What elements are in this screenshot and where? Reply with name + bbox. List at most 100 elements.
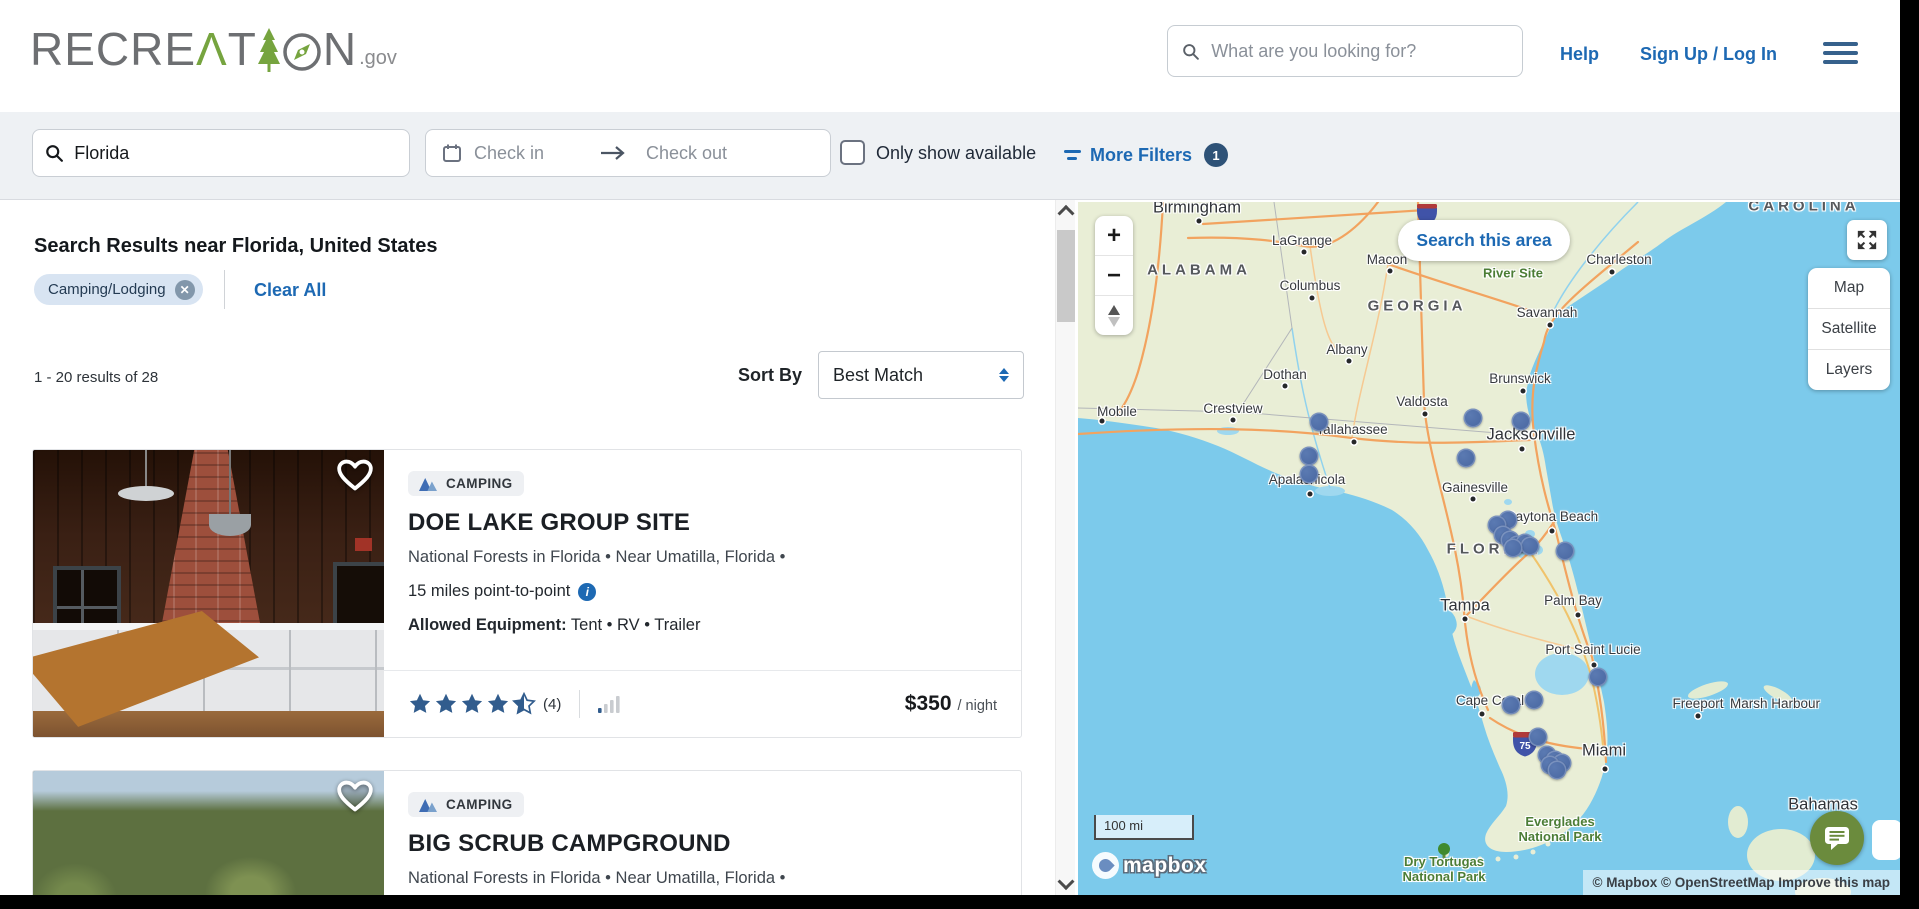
price-unit: / night	[958, 698, 998, 714]
map-result-marker[interactable]	[1457, 449, 1476, 468]
city-dot	[1520, 447, 1525, 452]
map-style-layers[interactable]: Layers	[1808, 349, 1890, 390]
logo-letter-n: N	[323, 26, 357, 72]
arrow-right-icon	[600, 145, 626, 161]
city-dot	[1283, 384, 1288, 389]
city-dot	[1603, 767, 1608, 772]
city-dot	[1197, 219, 1202, 224]
map-result-marker[interactable]	[1589, 668, 1608, 687]
card-title[interactable]: DOE LAKE GROUP SITE	[408, 509, 997, 537]
map-result-marker[interactable]	[1529, 728, 1548, 747]
result-card-big-scrub[interactable]: CAMPING BIG SCRUB CAMPGROUND National Fo…	[32, 770, 1022, 909]
sort-select[interactable]: Best Match	[818, 351, 1024, 399]
city-dot	[1548, 323, 1553, 328]
logo-letter-a: Λ	[196, 26, 228, 72]
site-logo[interactable]: RECRE Λ T N .gov	[30, 26, 397, 72]
tent-icon	[419, 477, 438, 491]
star-icon	[460, 692, 484, 716]
map-result-marker[interactable]	[1300, 447, 1319, 466]
mapbox-logo[interactable]: mapbox	[1092, 852, 1207, 879]
scroll-down-arrow[interactable]	[1056, 873, 1076, 893]
tilt-control[interactable]	[1095, 295, 1133, 335]
more-filters-button[interactable]: More Filters 1	[1064, 143, 1228, 167]
map-attribution[interactable]: © Mapbox © OpenStreetMap Improve this ma…	[1583, 870, 1900, 895]
camping-badge: CAMPING	[408, 471, 524, 496]
results-scrollbar[interactable]	[1055, 200, 1075, 895]
map-panel[interactable]: 75 BirminghamALABAMALaGrangeColumbusMaco…	[1078, 202, 1900, 895]
search-filter-bar: Check in Check out Only show available M…	[0, 112, 1919, 200]
star-icon	[434, 692, 458, 716]
hamburger-menu-icon[interactable]	[1823, 42, 1858, 64]
map-result-marker[interactable]	[1556, 542, 1575, 561]
help-link[interactable]: Help	[1560, 44, 1599, 65]
city-dot	[1480, 712, 1485, 717]
filter-chip-label: Camping/Lodging	[48, 281, 166, 298]
map-result-marker[interactable]	[1525, 691, 1544, 710]
only-available-checkbox[interactable]	[840, 140, 865, 165]
city-dot	[1576, 613, 1581, 618]
map-result-marker[interactable]	[1464, 409, 1483, 428]
results-count: 1 - 20 results of 28	[34, 369, 158, 386]
map-style-satellite[interactable]: Satellite	[1808, 308, 1890, 349]
badge-label: CAMPING	[446, 476, 513, 491]
price: $350 / night	[905, 692, 997, 716]
more-filters-label: More Filters	[1090, 145, 1192, 166]
star-icon	[512, 692, 536, 716]
remove-chip-icon[interactable]: ✕	[175, 280, 195, 300]
map-scale: 100 mi	[1094, 815, 1194, 840]
favorite-heart-icon[interactable]	[336, 458, 374, 492]
map-result-marker[interactable]	[1521, 537, 1540, 556]
city-dot	[1463, 617, 1468, 622]
city-dot	[1471, 497, 1476, 502]
result-card-doe-lake[interactable]: CAMPING DOE LAKE GROUP SITE National For…	[32, 449, 1022, 738]
card-subtitle: National Forests in Florida • Near Umati…	[408, 548, 997, 567]
map-result-marker[interactable]	[1310, 413, 1329, 432]
sort-select-value: Best Match	[833, 365, 999, 386]
check-in-field[interactable]: Check in	[474, 143, 594, 164]
window-edge	[1900, 0, 1919, 909]
scroll-up-arrow[interactable]	[1056, 202, 1076, 222]
check-out-field[interactable]: Check out	[646, 143, 727, 164]
signup-login-link[interactable]: Sign Up / Log In	[1640, 44, 1777, 65]
logo-text: RECRE	[30, 26, 196, 72]
map-result-marker[interactable]	[1300, 465, 1319, 484]
tent-icon	[419, 798, 438, 812]
chat-panel-edge	[1872, 820, 1902, 860]
distance-text: 15 miles point-to-point	[408, 582, 570, 601]
map-result-marker[interactable]	[1512, 412, 1531, 431]
city-dot	[1100, 419, 1105, 424]
compass-icon	[282, 32, 322, 72]
results-panel: Search Results near Florida, United Stat…	[0, 200, 1055, 895]
chat-button[interactable]	[1810, 811, 1864, 865]
fullscreen-button[interactable]	[1847, 220, 1887, 260]
filter-chip-camping[interactable]: Camping/Lodging ✕	[34, 274, 203, 305]
clear-all-link[interactable]: Clear All	[254, 280, 326, 301]
chat-bubble-icon	[1823, 825, 1851, 851]
card-photo	[33, 450, 384, 737]
location-search-input[interactable]	[72, 142, 397, 165]
card-equipment: Allowed Equipment: Tent • RV • Trailer	[408, 616, 997, 635]
city-dot	[1352, 440, 1357, 445]
map-result-marker[interactable]	[1502, 696, 1521, 715]
map-style-map[interactable]: Map	[1808, 268, 1890, 308]
map-result-marker[interactable]	[1548, 761, 1567, 780]
zoom-out-button[interactable]: −	[1095, 255, 1133, 295]
filter-icon	[1064, 148, 1082, 162]
zoom-in-button[interactable]: +	[1095, 216, 1133, 255]
svg-text:75: 75	[1519, 741, 1531, 752]
scrollbar-thumb[interactable]	[1057, 230, 1075, 322]
logo-suffix: .gov	[359, 47, 397, 70]
map-result-marker[interactable]	[1504, 539, 1523, 558]
favorite-heart-icon[interactable]	[336, 779, 374, 813]
badge-label: CAMPING	[446, 797, 513, 812]
mapbox-icon	[1092, 852, 1119, 879]
search-this-area-button[interactable]: Search this area	[1398, 220, 1570, 261]
info-icon[interactable]: i	[578, 583, 596, 601]
search-icon	[1182, 42, 1199, 61]
calendar-icon	[442, 143, 462, 163]
divider	[224, 270, 225, 309]
date-range-picker[interactable]: Check in Check out	[425, 129, 831, 177]
expand-arrows-icon	[1856, 229, 1878, 251]
card-title[interactable]: BIG SCRUB CAMPGROUND	[408, 830, 997, 858]
header-search-input[interactable]	[1209, 40, 1508, 63]
